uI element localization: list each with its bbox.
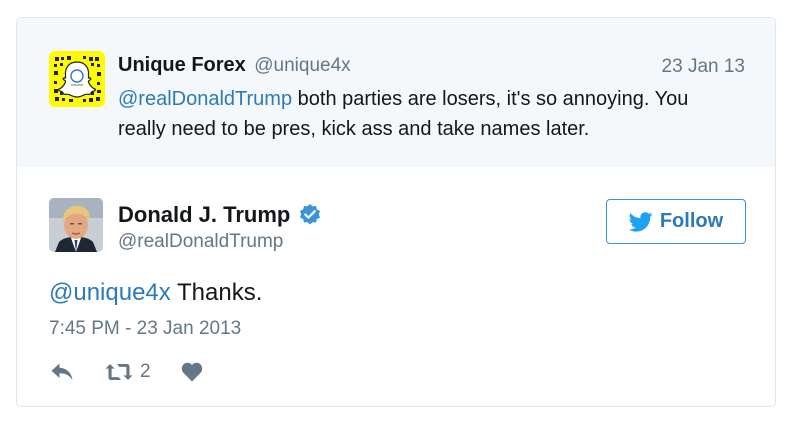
twitter-bird-icon bbox=[628, 211, 653, 232]
tweet-text: @unique4x Thanks. bbox=[49, 279, 262, 307]
quoted-date[interactable]: 23 Jan 13 bbox=[662, 56, 745, 78]
quoted-display-name[interactable]: Unique Forex bbox=[118, 54, 246, 76]
reply-icon bbox=[51, 363, 73, 381]
author-photo bbox=[49, 198, 103, 252]
tweet-timestamp[interactable]: 7:45 PM - 23 Jan 2013 bbox=[49, 318, 241, 340]
heart-icon bbox=[181, 362, 202, 382]
quoted-avatar[interactable] bbox=[49, 51, 105, 107]
tweet-actions: 2 bbox=[50, 359, 203, 385]
quoted-mention-link[interactable]: @realDonaldTrump bbox=[118, 88, 292, 110]
author-handle[interactable]: @realDonaldTrump bbox=[118, 231, 283, 253]
quoted-handle[interactable]: @unique4x bbox=[254, 55, 350, 76]
like-action[interactable] bbox=[151, 362, 203, 382]
retweet-count: 2 bbox=[140, 361, 151, 382]
quoted-tweet-text: @realDonaldTrump both parties are losers… bbox=[118, 84, 738, 144]
reply-action[interactable] bbox=[50, 362, 74, 382]
tweet-body: Thanks. bbox=[170, 279, 263, 306]
author-display-name[interactable]: Donald J. Trump bbox=[118, 202, 290, 228]
embedded-tweet-card: Unique Forex @unique4x 23 Jan 13 @realDo… bbox=[16, 17, 776, 407]
retweet-icon bbox=[105, 364, 133, 380]
snapcode-icon bbox=[49, 51, 105, 107]
quoted-tweet[interactable]: Unique Forex @unique4x 23 Jan 13 @realDo… bbox=[17, 18, 775, 167]
quoted-header: Unique Forex @unique4x 23 Jan 13 bbox=[118, 54, 745, 80]
follow-button[interactable]: Follow bbox=[606, 199, 746, 244]
tweet-mention-link[interactable]: @unique4x bbox=[49, 279, 171, 306]
author-avatar[interactable] bbox=[49, 198, 103, 252]
author-name-row: Donald J. Trump bbox=[118, 201, 322, 229]
follow-button-label: Follow bbox=[659, 210, 724, 232]
retweet-action[interactable]: 2 bbox=[74, 361, 151, 383]
verified-badge-icon bbox=[300, 204, 321, 225]
